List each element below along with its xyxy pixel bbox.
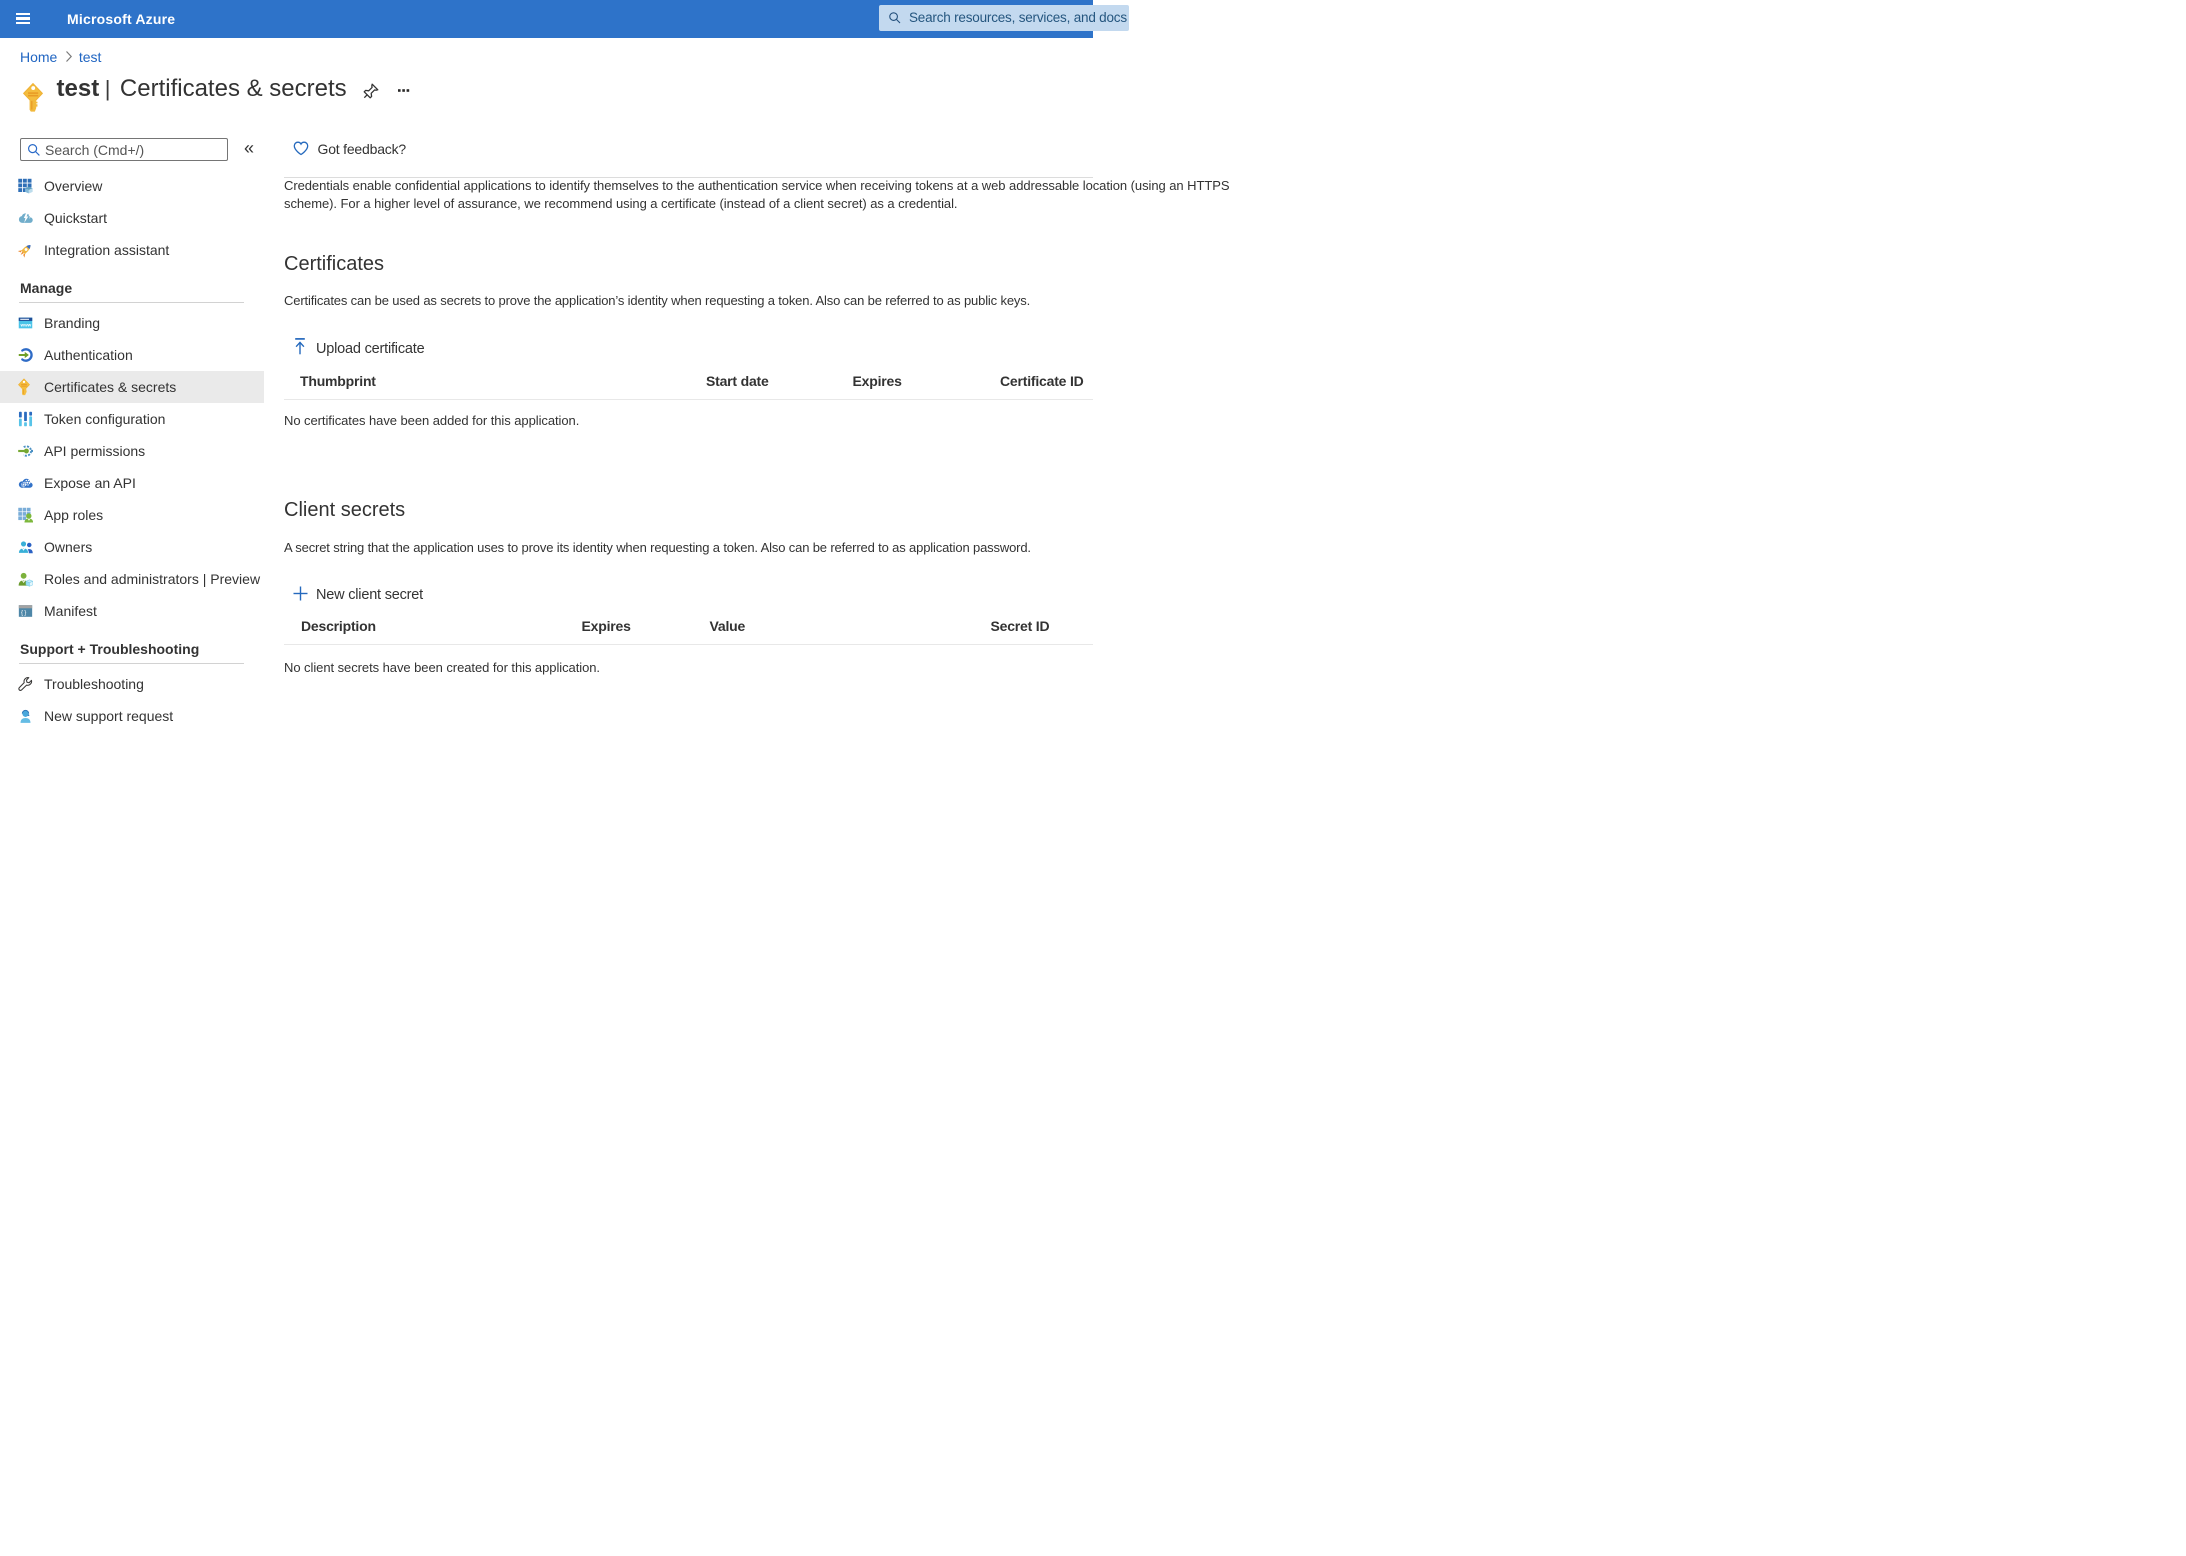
svg-text:{ }: { } <box>21 609 26 616</box>
svg-text:www: www <box>20 322 32 327</box>
